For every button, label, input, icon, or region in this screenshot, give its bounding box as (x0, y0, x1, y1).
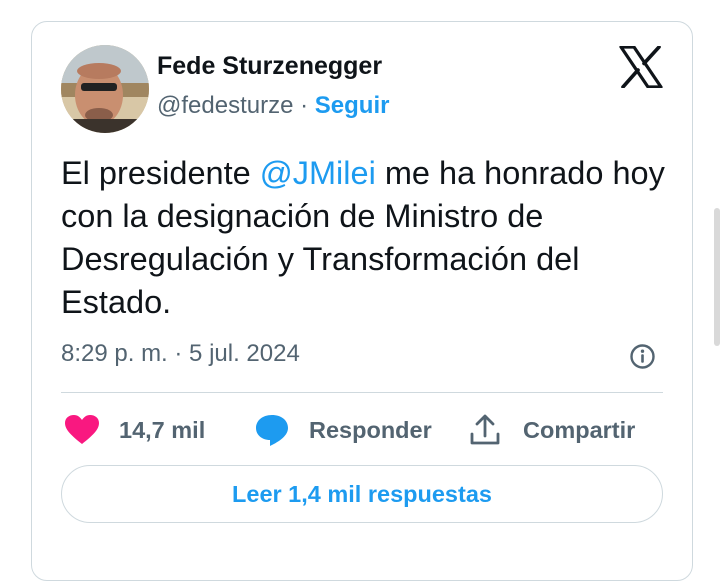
heart-icon (64, 414, 100, 446)
reply-button[interactable]: Responder (254, 410, 432, 450)
reply-label: Responder (309, 416, 432, 443)
author-handle-row: @fedesturze · Seguir (157, 92, 389, 120)
like-count: 14,7 mil (119, 416, 206, 443)
read-replies-button[interactable]: Leer 1,4 mil respuestas (61, 465, 663, 523)
separator-dot: · (300, 92, 309, 119)
speech-bubble-icon (254, 413, 290, 447)
author-handle[interactable]: @fedesturze (157, 92, 293, 119)
share-label: Compartir (523, 416, 636, 443)
scrollbar[interactable] (714, 208, 720, 346)
share-icon (467, 412, 503, 448)
tweet-text-part: El presidente (61, 155, 260, 191)
follow-button[interactable]: Seguir (315, 92, 390, 119)
x-logo-icon[interactable] (619, 45, 663, 89)
tweet-text: El presidente @JMilei me ha honrado hoy … (61, 152, 671, 324)
info-icon[interactable] (629, 343, 656, 370)
like-button[interactable]: 14,7 mil (64, 410, 205, 450)
divider (61, 392, 663, 393)
author-avatar[interactable] (61, 45, 149, 133)
tweet-timestamp[interactable]: 8:29 p. m. · 5 jul. 2024 (61, 340, 300, 368)
mention-link[interactable]: @JMilei (260, 155, 376, 191)
author-name[interactable]: Fede Sturzenegger (157, 52, 382, 81)
share-button[interactable]: Compartir (467, 410, 635, 450)
